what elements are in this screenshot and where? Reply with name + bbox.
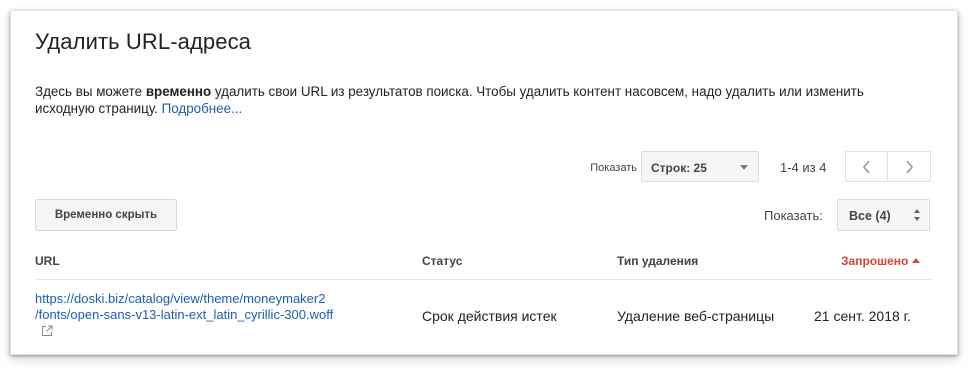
url-link[interactable]: https://doski.biz/catalog/view/theme/mon… xyxy=(35,291,425,307)
chevron-right-icon xyxy=(906,159,914,174)
description-emphasis: временно xyxy=(145,84,212,99)
url-link-continued[interactable]: /fonts/open-sans-v13-latin-ext_latin_cyr… xyxy=(35,307,425,323)
row-status: Срок действия истек xyxy=(422,308,557,324)
column-header-status[interactable]: Статус xyxy=(422,254,462,268)
row-removal-type: Удаление веб-страницы xyxy=(617,308,775,324)
learn-more-link[interactable]: Подробнее... xyxy=(162,101,243,116)
filter-label: Показать: xyxy=(764,208,823,223)
column-header-type[interactable]: Тип удаления xyxy=(617,254,698,268)
sort-updown-icon xyxy=(914,209,920,221)
table-row-url-cell: https://doski.biz/catalog/view/theme/mon… xyxy=(35,291,425,337)
header-divider xyxy=(35,279,932,280)
column-header-requested[interactable]: Запрошено xyxy=(841,254,921,268)
row-requested-date: 21 сент. 2018 г. xyxy=(814,308,911,324)
rows-show-label: Показать xyxy=(590,162,637,174)
pagination-bar: Показать Строк: 25 1-4 из 4 xyxy=(11,151,959,183)
page-description: Здесь вы можете временно удалить свои UR… xyxy=(35,84,864,116)
temporarily-hide-button[interactable]: Временно скрыть xyxy=(35,199,177,231)
column-header-url[interactable]: URL xyxy=(35,254,60,268)
external-link-icon[interactable] xyxy=(41,325,53,337)
filter-select[interactable]: Все (4) xyxy=(837,199,930,231)
next-page-button[interactable] xyxy=(887,151,931,182)
rows-per-page-select[interactable]: Строк: 25 xyxy=(641,151,759,182)
page-title: Удалить URL-адреса xyxy=(35,29,252,54)
sort-ascending-icon xyxy=(912,258,921,263)
chevron-left-icon xyxy=(862,159,870,174)
pagination-range: 1-4 из 4 xyxy=(780,160,827,175)
previous-page-button[interactable] xyxy=(845,151,889,182)
remove-urls-panel: Удалить URL-адреса Здесь вы можете време… xyxy=(10,10,958,355)
chevron-down-icon xyxy=(740,165,748,170)
